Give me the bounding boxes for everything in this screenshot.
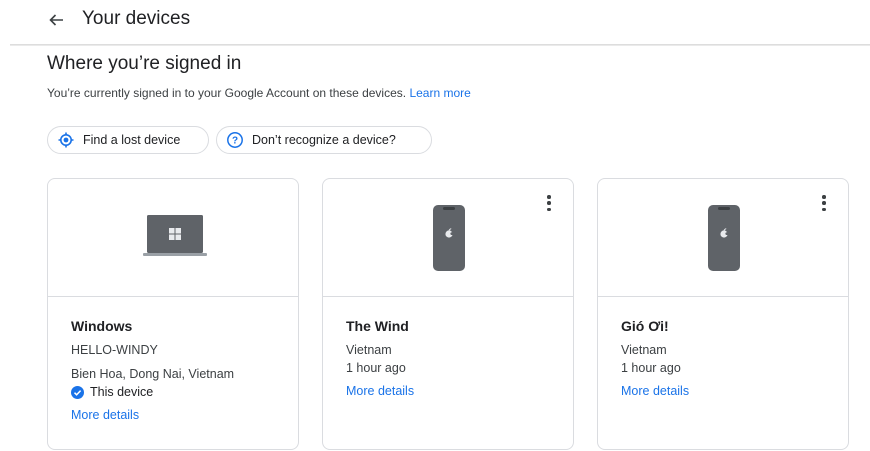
- device-image-area: [598, 179, 848, 297]
- dot-icon: [547, 195, 551, 199]
- device-hostname: HELLO-WINDY: [71, 343, 158, 357]
- check-circle-icon: [71, 385, 84, 399]
- dot-icon: [822, 195, 826, 199]
- find-lost-device-label: Find a lost device: [83, 133, 181, 147]
- dot-icon: [547, 207, 551, 211]
- svg-text:?: ?: [232, 136, 238, 147]
- device-location: Vietnam: [346, 343, 392, 357]
- device-name: The Wind: [346, 318, 409, 334]
- section-description: You’re currently signed in to your Googl…: [47, 85, 471, 101]
- device-image-area: [48, 179, 298, 297]
- device-last-seen: 1 hour ago: [621, 361, 681, 375]
- device-location: Vietnam: [621, 343, 667, 357]
- device-info: Windows HELLO-WINDY Bien Hoa, Dong Nai, …: [71, 317, 288, 424]
- this-device-label: This device: [90, 385, 154, 399]
- description-text: You’re currently signed in to your Googl…: [47, 86, 407, 100]
- dont-recognize-device-label: Don’t recognize a device?: [252, 133, 396, 147]
- dot-icon: [822, 207, 826, 211]
- header-divider: [10, 44, 870, 46]
- dot-icon: [822, 201, 826, 205]
- device-card-gio-oi[interactable]: Gió Ơi! Vietnam 1 hour ago More details: [597, 178, 849, 450]
- learn-more-link[interactable]: Learn more: [409, 86, 470, 100]
- back-arrow-icon: [49, 14, 63, 26]
- locate-target-icon: [57, 131, 75, 149]
- device-info: The Wind Vietnam 1 hour ago More details: [346, 317, 563, 400]
- windows-laptop-icon: [143, 215, 207, 256]
- device-location: Bien Hoa, Dong Nai, Vietnam: [71, 367, 235, 381]
- device-info: Gió Ơi! Vietnam 1 hour ago More details: [621, 317, 838, 400]
- more-details-link[interactable]: More details: [621, 382, 689, 400]
- device-image-area: [323, 179, 573, 297]
- dont-recognize-device-button[interactable]: ? Don’t recognize a device?: [216, 126, 432, 154]
- section-title: Where you’re signed in: [47, 53, 242, 74]
- help-circle-icon: ?: [226, 131, 244, 149]
- more-options-button[interactable]: [816, 193, 832, 213]
- dot-icon: [547, 201, 551, 205]
- more-details-link[interactable]: More details: [71, 406, 139, 424]
- back-arrow-button[interactable]: [44, 8, 68, 32]
- app-header: Your devices: [0, 0, 870, 44]
- page-title: Your devices: [82, 8, 191, 29]
- device-card-the-wind[interactable]: The Wind Vietnam 1 hour ago More details: [322, 178, 574, 450]
- iphone-icon: [433, 205, 465, 271]
- iphone-icon: [708, 205, 740, 271]
- more-details-link[interactable]: More details: [346, 382, 414, 400]
- device-name: Gió Ơi!: [621, 318, 669, 334]
- this-device-badge: This device: [71, 383, 288, 401]
- device-card-windows[interactable]: Windows HELLO-WINDY Bien Hoa, Dong Nai, …: [47, 178, 299, 450]
- find-lost-device-button[interactable]: Find a lost device: [47, 126, 209, 154]
- device-last-seen: 1 hour ago: [346, 361, 406, 375]
- more-options-button[interactable]: [541, 193, 557, 213]
- device-name: Windows: [71, 318, 133, 334]
